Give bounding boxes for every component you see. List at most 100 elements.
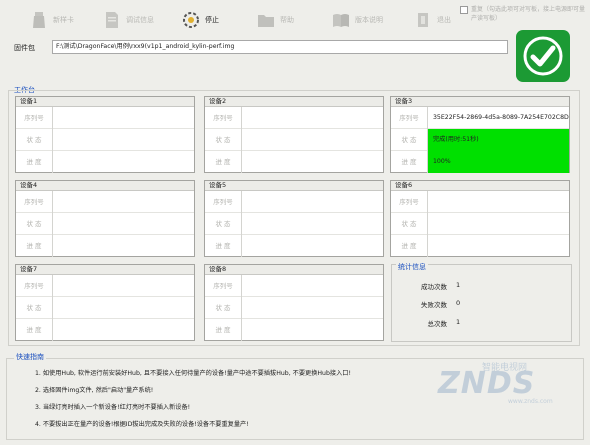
serial-row: 序列号	[16, 107, 194, 129]
state-label: 状 态	[401, 220, 417, 228]
progress-value	[52, 319, 194, 341]
device-panel-2: 设备2 序列号状 态进 度	[204, 96, 384, 173]
guide-title: 快速指南	[14, 352, 46, 362]
state-row: 状 态	[16, 129, 194, 151]
serial-row: 序列号	[16, 191, 194, 213]
serial-row: 序列号 35E22F54-2869-4d5a-8089-7A254E702C8D	[391, 107, 569, 129]
stat-total-row: 总次数 1	[392, 318, 573, 330]
progress-row: 进 度 100%	[391, 151, 569, 173]
progress-label: 进 度	[26, 326, 42, 334]
progress-row: 进 度	[205, 319, 383, 341]
state-value	[52, 297, 194, 319]
serial-label: 序列号	[399, 114, 419, 122]
progress-row: 进 度	[205, 151, 383, 173]
repeat-option-text: 重复（勾选此项可对写板，接上电源即可量产读写板）	[471, 6, 586, 22]
progress-row: 进 度	[16, 151, 194, 173]
serial-row: 序列号	[391, 191, 569, 213]
device-panel-4: 设备4 序列号状 态进 度	[15, 180, 195, 257]
help-button[interactable]: 帮助	[257, 8, 294, 32]
device-title: 设备8	[205, 265, 383, 275]
guide-item: 1. 如使用Hub, 软件运行前安装好Hub, 且不要接入任何待量产的设备!量产…	[35, 370, 351, 377]
progress-label: 进 度	[401, 158, 417, 166]
progress-label: 进 度	[401, 242, 417, 250]
guide-item: 3. 当绿灯亮时插入一个新设备!红灯亮时不要插入新设备!	[35, 404, 191, 411]
book-icon	[332, 11, 350, 29]
serial-label: 序列号	[24, 114, 44, 122]
state-row: 状 态	[205, 297, 383, 319]
folder-icon	[257, 11, 275, 29]
status-indicator	[516, 30, 570, 82]
progress-value	[241, 235, 383, 257]
firmware-path-field[interactable]: F:\测试\DragonFace\用例\rxx9(v1p1_android_ky…	[52, 40, 508, 54]
state-row: 状 态	[16, 297, 194, 319]
progress-value	[241, 151, 383, 173]
device-panel-7: 设备7 序列号状 态进 度	[15, 264, 195, 341]
serial-label: 序列号	[213, 198, 233, 206]
version-notes-label: 版本说明	[355, 16, 383, 24]
serial-row: 序列号	[205, 191, 383, 213]
progress-value	[52, 151, 194, 173]
exit-button[interactable]: 退出	[414, 8, 451, 32]
progress-value	[427, 235, 569, 257]
state-label: 状 态	[26, 220, 42, 228]
state-value	[52, 129, 194, 151]
serial-value	[241, 275, 383, 297]
state-row: 状 态	[391, 213, 569, 235]
device-title: 设备2	[205, 97, 383, 107]
device-title: 设备5	[205, 181, 383, 191]
repeat-checkbox[interactable]	[460, 6, 468, 14]
progress-label: 进 度	[26, 242, 42, 250]
progress-label: 进 度	[215, 242, 231, 250]
debug-info-button[interactable]: 调试信息	[103, 8, 154, 32]
state-label: 状 态	[215, 220, 231, 228]
new-card-button[interactable]: 新样卡	[30, 8, 74, 32]
help-label: 帮助	[280, 16, 294, 24]
progress-value	[241, 319, 383, 341]
document-icon	[103, 11, 121, 29]
device-panel-5: 设备5 序列号状 态进 度	[204, 180, 384, 257]
stop-button[interactable]: 停止	[182, 8, 219, 32]
stat-total-value: 1	[456, 318, 461, 326]
serial-label: 序列号	[24, 198, 44, 206]
new-card-label: 新样卡	[53, 16, 74, 24]
debug-info-label: 调试信息	[126, 16, 154, 24]
serial-value: 35E22F54-2869-4d5a-8089-7A254E702C8D	[427, 107, 569, 129]
stats-panel: 成功次数 1 失败次数 0 总次数 1	[391, 264, 572, 342]
serial-label: 序列号	[399, 198, 419, 206]
state-row: 状 态	[16, 213, 194, 235]
stat-fail-value: 0	[456, 299, 461, 307]
progress-value: 100%	[427, 151, 569, 173]
stat-total-label: 总次数	[427, 320, 448, 328]
checkmark-icon	[523, 36, 563, 76]
stat-success-value: 1	[456, 281, 461, 289]
state-row: 状 态	[205, 129, 383, 151]
repeat-option[interactable]: 重复（勾选此项可对写板，接上电源即可量产读写板）	[460, 5, 586, 23]
progress-label: 进 度	[215, 158, 231, 166]
progress-row: 进 度	[205, 235, 383, 257]
device-title: 设备4	[16, 181, 194, 191]
state-value	[241, 213, 383, 235]
version-notes-button[interactable]: 版本说明	[332, 8, 383, 32]
state-value	[52, 213, 194, 235]
bottle-icon	[30, 11, 48, 29]
guide-item: 4. 不要拔出正在量产的设备!根据ID拔出完成及失败的设备!设备不要重复量产!	[35, 421, 249, 428]
state-label: 状 态	[215, 136, 231, 144]
progress-label: 进 度	[26, 158, 42, 166]
stat-success-label: 成功次数	[421, 283, 447, 291]
state-label: 状 态	[401, 136, 417, 144]
progress-value	[52, 235, 194, 257]
device-title: 设备7	[16, 265, 194, 275]
progress-row: 进 度	[16, 235, 194, 257]
stat-success-row: 成功次数 1	[392, 281, 573, 293]
serial-value	[241, 107, 383, 129]
serial-row: 序列号	[205, 275, 383, 297]
serial-value	[52, 191, 194, 213]
quick-guide-panel: 1. 如使用Hub, 软件运行前安装好Hub, 且不要接入任何待量产的设备!量产…	[6, 358, 584, 440]
device-panel-6: 设备6 序列号状 态进 度	[390, 180, 570, 257]
serial-row: 序列号	[205, 107, 383, 129]
device-title: 设备1	[16, 97, 194, 107]
state-value: 完成(用时:51秒)	[427, 129, 569, 151]
serial-label: 序列号	[24, 282, 44, 290]
state-label: 状 态	[215, 304, 231, 312]
firmware-label: 固件包	[14, 44, 35, 52]
